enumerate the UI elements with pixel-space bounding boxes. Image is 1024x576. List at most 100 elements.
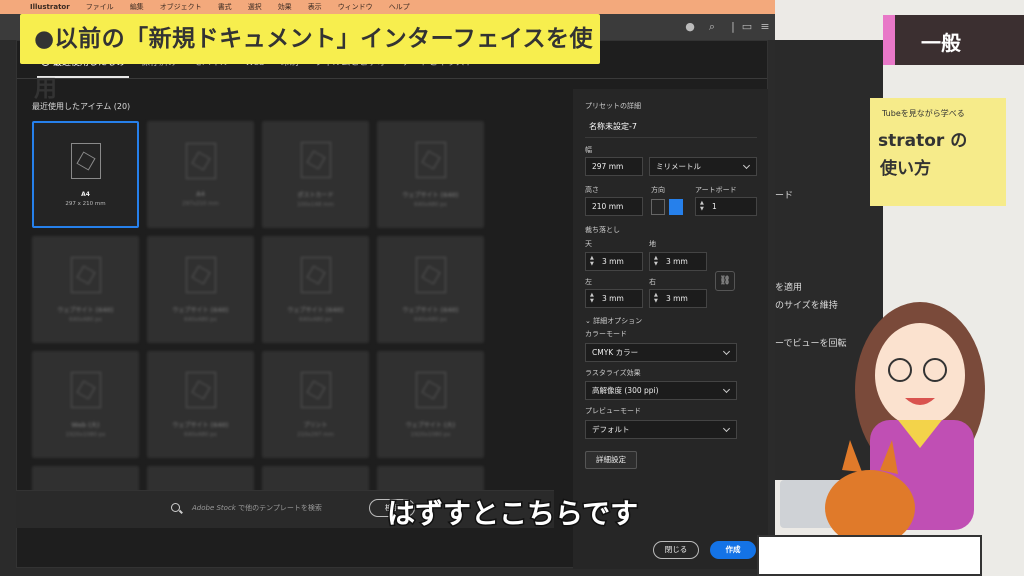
landscape-orientation-icon[interactable]: [669, 199, 683, 215]
tutorial-card-line3: 使い方: [880, 159, 931, 179]
width-field[interactable]: 297 mm: [585, 157, 643, 176]
close-button[interactable]: 閉じる: [653, 541, 699, 559]
stepper-arrows-icon[interactable]: ▲ ▼: [700, 200, 704, 212]
workspace-icon[interactable]: ▭: [740, 20, 754, 34]
document-icon: [185, 256, 216, 293]
raster-label: ラスタライズ効果: [585, 369, 641, 377]
bleed-left-field[interactable]: ▲ ▼ 3 mm: [585, 289, 643, 308]
menu-edit[interactable]: 編集: [130, 2, 144, 12]
tile-name: プリント: [303, 421, 328, 429]
tile-size: 297 x 210 mm: [65, 200, 106, 207]
caption-box: [757, 535, 982, 576]
tile-size: 210x297 mm: [297, 431, 334, 438]
template-tile[interactable]: ウェブサイト (640) 640x480 px: [147, 236, 254, 343]
menu-view[interactable]: 表示: [308, 2, 322, 12]
menu-file[interactable]: ファイル: [86, 2, 114, 12]
raster-dropdown[interactable]: 高解像度 (300 ppi): [585, 381, 737, 400]
menubar-app-name[interactable]: Illustrator: [30, 3, 70, 11]
stepper-arrows-icon[interactable]: ▲ ▼: [590, 292, 594, 304]
advanced-settings-button[interactable]: 詳細設定: [585, 451, 637, 469]
tile-size: 640x480 px: [414, 316, 447, 323]
presenter-illustration: [780, 302, 985, 540]
tile-name: ウェブサイト (640): [172, 306, 229, 314]
template-tile[interactable]: ウェブサイト (640) 640x480 px: [377, 236, 484, 343]
template-tile[interactable]: ウェブサイト (640) 640x480 px: [377, 121, 484, 228]
stepper-arrows-icon[interactable]: ▲ ▼: [654, 292, 658, 304]
mac-menubar: Illustrator ファイル 編集 オブジェクト 書式 選択 効果 表示 ウ…: [0, 0, 775, 14]
preset-details-title: プリセットの詳細: [585, 102, 641, 110]
tile-size: 1920x1080 px: [65, 431, 106, 438]
template-tile[interactable]: ポストカード 100x148 mm: [262, 121, 369, 228]
document-icon: [70, 371, 101, 408]
stepper-arrows-icon[interactable]: ▲ ▼: [654, 255, 658, 267]
bleed-right-field[interactable]: ▲ ▼ 3 mm: [649, 289, 707, 308]
new-document-dialog: 最近使用したもの 保存済み モバイル Web 印刷 フィルムとビデオ アートとイ…: [16, 40, 768, 569]
tile-name: ウェブサイト (640): [402, 191, 459, 199]
face-shape: [875, 323, 965, 427]
user-icon[interactable]: ●: [683, 20, 697, 34]
link-icon[interactable]: ⛓: [715, 271, 735, 291]
menu-help[interactable]: ヘルプ: [389, 2, 410, 12]
template-tile[interactable]: ウェブサイト (大) 1920x1080 px: [377, 351, 484, 458]
tile-size: 640x480 px: [184, 316, 217, 323]
name-underline: [585, 137, 757, 138]
category-label: 一般: [921, 31, 961, 55]
tile-size: 640x480 px: [69, 316, 102, 323]
document-icon: [70, 142, 101, 179]
template-tile[interactable]: ウェブサイト (640) 640x480 px: [32, 236, 139, 343]
document-icon: [70, 256, 101, 293]
category-accent-bar: [883, 15, 895, 65]
height-field[interactable]: 210 mm: [585, 197, 643, 216]
search-icon[interactable]: ⌕: [705, 20, 719, 34]
width-label: 幅: [585, 146, 592, 154]
height-label: 高さ: [585, 186, 599, 194]
tile-name: A4: [196, 190, 205, 198]
template-tile-selected[interactable]: A4 297 x 210 mm: [32, 121, 139, 228]
color-mode-dropdown[interactable]: CMYK カラー: [585, 343, 737, 362]
orientation-label: 方向: [651, 186, 665, 194]
menu-object[interactable]: オブジェクト: [160, 2, 202, 12]
chevron-down-icon: [742, 161, 751, 170]
menu-window[interactable]: ウィンドウ: [338, 2, 373, 12]
template-tile[interactable]: ウェブサイト (640) 640x480 px: [262, 236, 369, 343]
color-mode-label: カラーモード: [585, 330, 627, 338]
create-button[interactable]: 作成: [710, 541, 756, 559]
unit-dropdown[interactable]: ミリメートル: [649, 157, 757, 176]
menu-effect[interactable]: 効果: [278, 2, 292, 12]
tutorial-card-line2: strator の: [878, 131, 968, 151]
tile-size: 640x480 px: [299, 316, 332, 323]
bleed-bottom-field[interactable]: ▲ ▼ 3 mm: [649, 252, 707, 271]
bleed-top-label: 天: [585, 240, 592, 248]
recent-items-gallery: 最近使用したアイテム (20) A4 297 x 210 mm A4 297x21…: [17, 89, 569, 524]
artboards-stepper[interactable]: ▲ ▼ 1: [695, 197, 757, 216]
tile-size: 297x210 mm: [182, 200, 219, 207]
tile-name: A4: [81, 190, 90, 198]
bleed-bottom-label: 地: [649, 240, 656, 248]
document-name-field[interactable]: 名称未設定-7: [589, 121, 637, 132]
stepper-arrows-icon[interactable]: ▲ ▼: [590, 255, 594, 267]
divider-icon: |: [731, 20, 735, 33]
tile-name: ウェブサイト (640): [57, 306, 114, 314]
template-tile[interactable]: A4 297x210 mm: [147, 121, 254, 228]
template-tile[interactable]: Web (大) 1920x1080 px: [32, 351, 139, 458]
template-tile[interactable]: プリント 210x297 mm: [262, 351, 369, 458]
document-icon: [415, 256, 446, 293]
advanced-options-toggle[interactable]: ⌄ 詳細オプション: [585, 316, 642, 326]
bg-text-1: ード: [775, 191, 794, 201]
document-icon: [300, 141, 331, 178]
document-icon: [185, 142, 216, 179]
preview-mode-dropdown[interactable]: デフォルト: [585, 420, 737, 439]
template-tile[interactable]: ウェブサイト (640) 640x480 px: [147, 351, 254, 458]
tile-size: 640x480 px: [414, 201, 447, 208]
tile-size: 640x480 px: [184, 431, 217, 438]
document-icon: [300, 371, 331, 408]
menu-select[interactable]: 選択: [248, 2, 262, 12]
document-icon: [300, 256, 331, 293]
menu-icon[interactable]: ≡: [758, 20, 772, 34]
menu-type[interactable]: 書式: [218, 2, 232, 12]
portrait-orientation-icon[interactable]: [651, 199, 665, 215]
fox-ear-left: [842, 440, 862, 472]
tile-size: 1920x1080 px: [410, 431, 451, 438]
stock-search-input[interactable]: Adobe Stock で他のテンプレートを検索: [192, 503, 322, 513]
bleed-top-field[interactable]: ▲ ▼ 3 mm: [585, 252, 643, 271]
